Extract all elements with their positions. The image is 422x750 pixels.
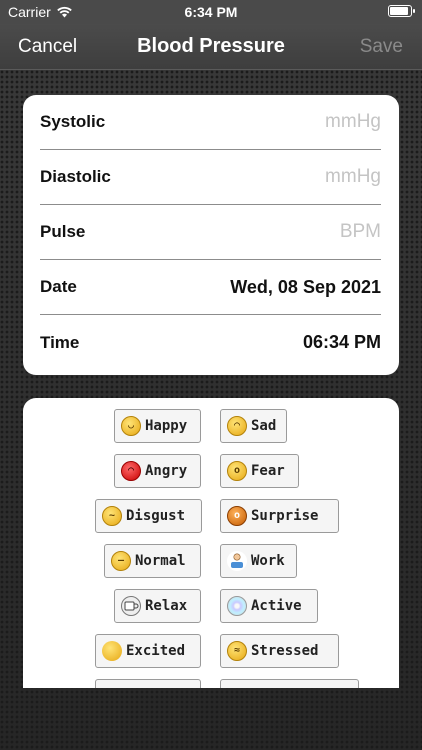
mood-stressed-label: Stressed xyxy=(251,643,319,659)
mood-active-button[interactable]: Active xyxy=(220,589,318,623)
mood-more-button[interactable] xyxy=(220,679,359,688)
mood-fear-button[interactable]: o Fear xyxy=(220,454,299,488)
time-row[interactable]: Time 06:34 PM xyxy=(40,315,381,370)
mood-happy-button[interactable]: ◡ Happy xyxy=(114,409,201,443)
excited-figure-icon xyxy=(102,641,122,661)
systolic-row: Systolic xyxy=(40,95,381,150)
pulse-input[interactable] xyxy=(221,221,381,243)
mood-work-label: Work xyxy=(251,553,285,569)
surprised-face-icon: o xyxy=(227,506,247,526)
mood-surprise-label: Surprise xyxy=(251,508,319,524)
diastolic-row: Diastolic xyxy=(40,150,381,205)
systolic-input[interactable] xyxy=(221,111,381,133)
coffee-cup-icon xyxy=(121,596,141,616)
diastolic-label: Diastolic xyxy=(40,167,111,186)
mood-sad-button[interactable]: ◠ Sad xyxy=(220,409,287,443)
mood-sad-label: Sad xyxy=(251,418,277,434)
mood-more-button[interactable] xyxy=(95,679,201,688)
mood-happy-label: Happy xyxy=(145,418,188,434)
mood-excited-button[interactable]: Excited xyxy=(95,634,201,668)
sad-face-icon: ◠ xyxy=(227,416,247,436)
diastolic-input[interactable] xyxy=(221,166,381,188)
mood-excited-label: Excited xyxy=(126,643,186,659)
mood-selector: ◡ Happy ◠ Sad ◠ Angry o Fear ~ Disgust o… xyxy=(23,398,399,688)
time-value[interactable]: 06:34 PM xyxy=(303,332,381,353)
disgusted-face-icon: ~ xyxy=(102,506,122,526)
mood-surprise-button[interactable]: o Surprise xyxy=(220,499,339,533)
pulse-label: Pulse xyxy=(40,222,86,241)
mood-active-label: Active xyxy=(251,598,302,614)
cd-disc-icon xyxy=(227,596,247,616)
mood-stressed-button[interactable]: ≈ Stressed xyxy=(220,634,339,668)
mood-angry-button[interactable]: ◠ Angry xyxy=(114,454,201,488)
date-row[interactable]: Date Wed, 08 Sep 2021 xyxy=(40,260,381,315)
date-label: Date xyxy=(40,277,77,296)
office-worker-icon xyxy=(227,551,247,571)
mood-angry-label: Angry xyxy=(145,463,188,479)
mood-relax-label: Relax xyxy=(145,598,188,614)
status-time: 6:34 PM xyxy=(184,4,238,20)
time-label: Time xyxy=(40,332,80,352)
fearful-face-icon: o xyxy=(227,461,247,481)
mood-normal-label: Normal xyxy=(135,553,186,569)
pulse-row: Pulse xyxy=(40,205,381,260)
happy-face-icon: ◡ xyxy=(121,416,141,436)
mood-fear-label: Fear xyxy=(251,463,285,479)
cancel-button[interactable]: Cancel xyxy=(18,36,77,58)
angry-face-icon: ◠ xyxy=(121,461,141,481)
status-bar: Carrier 6:34 PM xyxy=(0,0,422,24)
stressed-face-icon: ≈ xyxy=(227,641,247,661)
measurement-form: Systolic Diastolic Pulse Date Wed, 08 Se… xyxy=(23,95,399,375)
save-button[interactable]: Save xyxy=(360,36,403,58)
navigation-bar: Cancel Blood Pressure Save xyxy=(0,24,422,70)
battery-icon xyxy=(388,5,415,17)
mood-relax-button[interactable]: Relax xyxy=(114,589,201,623)
neutral-face-icon: – xyxy=(111,551,131,571)
mood-disgust-button[interactable]: ~ Disgust xyxy=(95,499,202,533)
mood-normal-button[interactable]: – Normal xyxy=(104,544,201,578)
mood-work-button[interactable]: Work xyxy=(220,544,297,578)
mood-disgust-label: Disgust xyxy=(126,508,186,524)
systolic-label: Systolic xyxy=(40,112,106,131)
date-value[interactable]: Wed, 08 Sep 2021 xyxy=(230,277,381,298)
